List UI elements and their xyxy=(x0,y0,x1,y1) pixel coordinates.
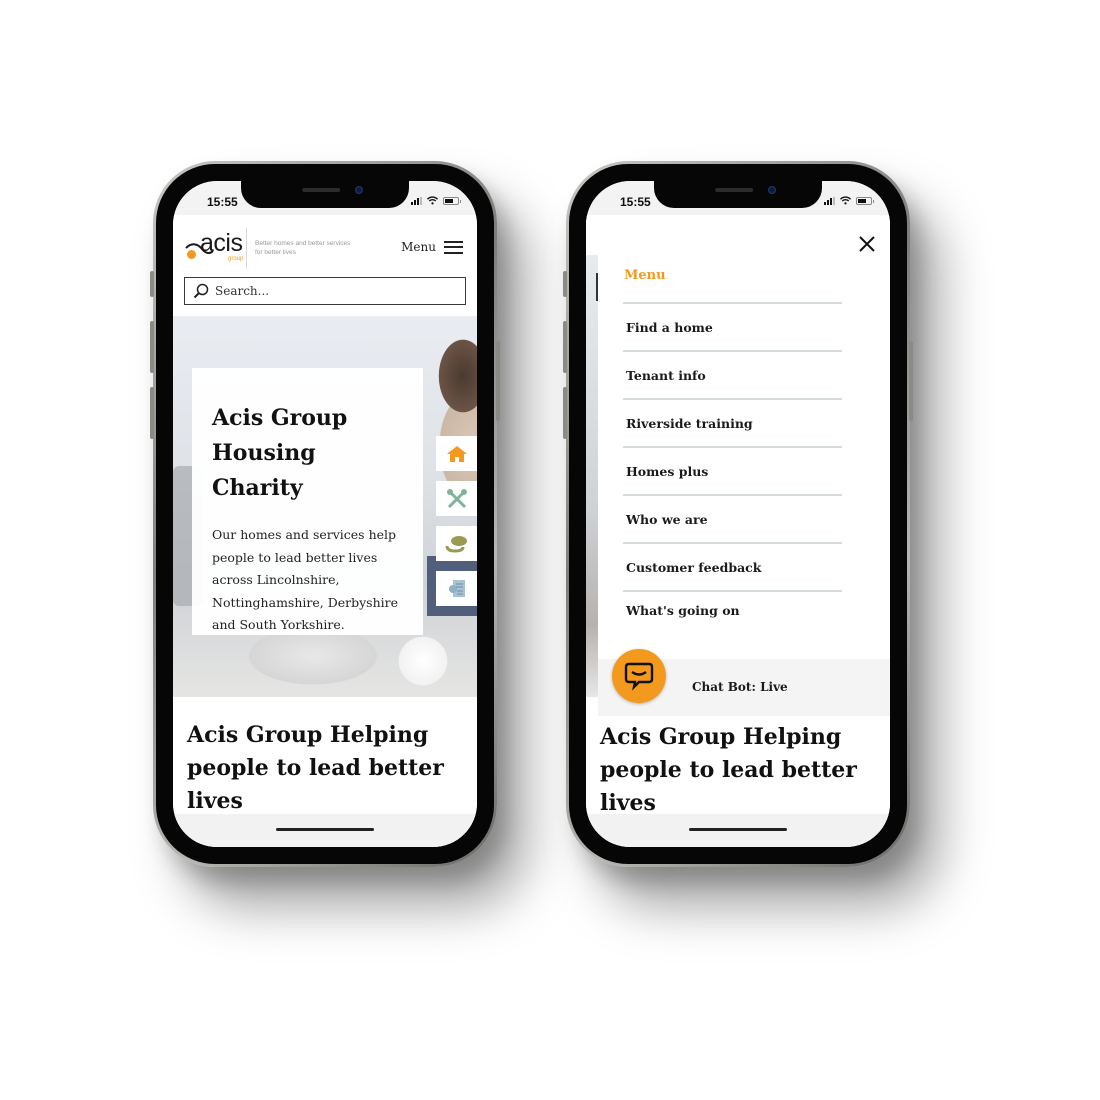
phone-power-button xyxy=(909,341,913,421)
section-heading: Acis Group Helping people to lead better… xyxy=(600,724,857,816)
hero-card: Acis Group Housing Charity Our homes and… xyxy=(192,368,423,635)
signal-icon xyxy=(824,196,835,205)
menu-title: Menu xyxy=(624,268,666,283)
phone-screen: 15:55 Menu Find a home Tenant info River… xyxy=(586,181,890,847)
underlying-page-edge xyxy=(586,215,598,697)
menu-item-who-we-are[interactable]: Who we are xyxy=(623,494,842,542)
home-page: acis group Better homes and better servi… xyxy=(173,215,477,847)
coins-icon xyxy=(445,535,467,553)
chatbot-button[interactable] xyxy=(612,649,666,703)
quick-link-documents[interactable] xyxy=(436,571,477,606)
phone-bezel: 15:55 acis group Better homes and better… xyxy=(156,164,494,864)
menu-button[interactable]: Menu xyxy=(401,240,463,254)
home-indicator xyxy=(586,814,890,847)
battery-icon xyxy=(443,196,461,205)
menu-page: Menu Find a home Tenant info Riverside t… xyxy=(586,215,890,847)
quick-link-find-home[interactable] xyxy=(436,436,477,471)
acis-logo[interactable]: acis group xyxy=(184,228,248,262)
logo-dot xyxy=(187,250,196,259)
menu-panel: Menu Find a home Tenant info Riverside t… xyxy=(598,215,890,697)
home-icon xyxy=(446,445,467,462)
chatbot-label: Chat Bot: Live xyxy=(692,680,788,694)
hero-title: Acis Group Housing Charity xyxy=(212,405,348,501)
header-divider xyxy=(246,228,247,268)
hero-banner: Acis Group Housing Charity Our homes and… xyxy=(173,316,477,697)
battery-icon xyxy=(856,196,874,205)
menu-item-whats-going-on[interactable]: What's going on xyxy=(623,590,842,628)
phone-power-button xyxy=(496,341,500,421)
search-input[interactable]: Search... xyxy=(184,277,466,305)
quick-link-repairs[interactable] xyxy=(436,481,477,516)
menu-item-tenant-info[interactable]: Tenant info xyxy=(623,350,842,398)
signal-icon xyxy=(411,196,422,205)
phone-screen: 15:55 acis group Better homes and better… xyxy=(173,181,477,847)
quick-link-payments[interactable] xyxy=(436,526,477,561)
menu-item-find-a-home[interactable]: Find a home xyxy=(623,302,842,350)
phone-volume-down xyxy=(563,387,567,439)
wifi-icon xyxy=(840,196,851,205)
phone-volume-up xyxy=(563,321,567,373)
menu-button-label: Menu xyxy=(401,240,436,254)
wifi-icon xyxy=(427,196,438,205)
search-icon xyxy=(193,283,209,299)
hero-description: Our homes and services help people to le… xyxy=(212,527,398,632)
site-header: acis group Better homes and better servi… xyxy=(173,215,477,277)
phone-mockup-menu: 15:55 Menu Find a home Tenant info River… xyxy=(563,161,913,867)
home-indicator xyxy=(173,814,477,847)
menu-item-homes-plus[interactable]: Homes plus xyxy=(623,446,842,494)
logo-wordmark: acis xyxy=(200,229,243,257)
notch xyxy=(241,181,409,208)
section-heading: Acis Group Helping people to lead better… xyxy=(187,722,444,814)
chat-icon xyxy=(624,662,654,691)
status-time: 15:55 xyxy=(620,195,651,209)
phone-volume-down xyxy=(150,387,154,439)
phone-silent-switch xyxy=(563,271,567,297)
menu-item-riverside-training[interactable]: Riverside training xyxy=(623,398,842,446)
certificate-icon xyxy=(448,579,465,597)
close-icon[interactable] xyxy=(858,235,876,253)
logo-subtext: group xyxy=(228,256,244,262)
notch xyxy=(654,181,822,208)
phone-silent-switch xyxy=(150,271,154,297)
header-tagline: Better homes and better services for bet… xyxy=(255,240,351,256)
menu-item-customer-feedback[interactable]: Customer feedback xyxy=(623,542,842,590)
hamburger-icon xyxy=(444,240,463,254)
search-placeholder: Search... xyxy=(215,284,270,298)
tools-icon xyxy=(446,488,467,508)
phone-mockup-home: 15:55 acis group Better homes and better… xyxy=(150,161,500,867)
status-time: 15:55 xyxy=(207,195,238,209)
phone-volume-up xyxy=(150,321,154,373)
menu-list: Find a home Tenant info Riverside traini… xyxy=(623,302,842,628)
phone-bezel: 15:55 Menu Find a home Tenant info River… xyxy=(569,164,907,864)
